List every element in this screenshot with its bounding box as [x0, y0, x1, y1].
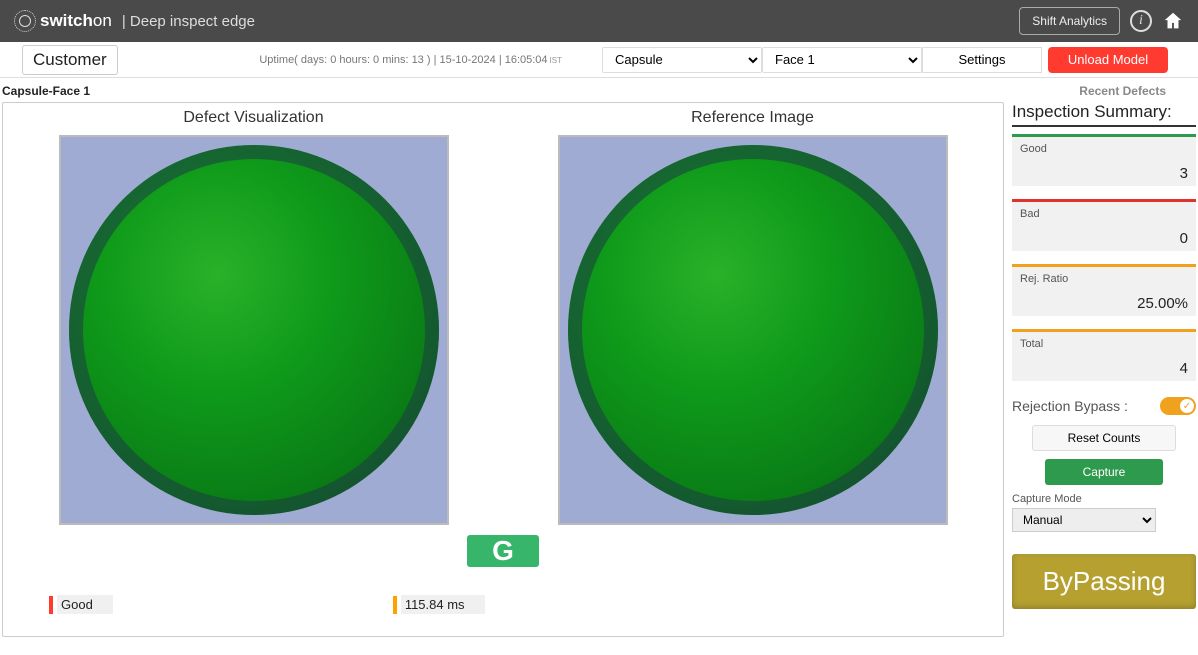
home-icon[interactable]: [1162, 10, 1184, 32]
result-indicator-bar: [49, 596, 53, 614]
customer-chip: Customer: [22, 45, 118, 75]
bypassing-banner: ByPassing: [1012, 554, 1196, 609]
context-left-label: Capsule-Face 1: [2, 84, 90, 98]
face-select[interactable]: Face 1: [762, 47, 922, 73]
defect-image: [59, 135, 449, 525]
metric-total: Total 4: [1012, 332, 1196, 381]
shift-analytics-button[interactable]: Shift Analytics: [1019, 7, 1120, 35]
recent-defects-link[interactable]: Recent Defects: [1079, 84, 1166, 98]
viewer-panel: Defect Visualization Reference Image G G…: [2, 102, 1004, 637]
capture-mode-select[interactable]: Manual: [1012, 508, 1156, 532]
logo-icon: [14, 10, 36, 32]
capture-mode-label: Capture Mode: [1012, 493, 1196, 505]
metric-good: Good 3: [1012, 137, 1196, 186]
subheader: Customer Uptime( days: 0 hours: 0 mins: …: [0, 42, 1198, 78]
defect-visualization-column: Defect Visualization: [49, 109, 458, 525]
main-area: Defect Visualization Reference Image G G…: [0, 102, 1198, 637]
rejection-bypass-toggle[interactable]: [1160, 397, 1196, 415]
settings-button[interactable]: Settings: [922, 47, 1042, 73]
info-icon[interactable]: i: [1130, 10, 1152, 32]
unload-model-button[interactable]: Unload Model: [1048, 47, 1168, 73]
result-status-badge: G: [467, 535, 539, 567]
reference-image-column: Reference Image: [548, 109, 957, 525]
result-label-chip: Good: [49, 595, 113, 614]
rejection-bypass-row: Rejection Bypass :: [1012, 397, 1196, 415]
topbar: switchon | Deep inspect edge Shift Analy…: [0, 0, 1198, 42]
latency-chip: 115.84 ms: [393, 595, 485, 614]
reset-counts-button[interactable]: Reset Counts: [1032, 425, 1176, 451]
rejection-bypass-label: Rejection Bypass :: [1012, 398, 1128, 414]
summary-title: Inspection Summary:: [1012, 102, 1196, 127]
metric-rejection-ratio: Rej. Ratio 25.00%: [1012, 267, 1196, 316]
latency-indicator-bar: [393, 596, 397, 614]
brand-name: switchon: [40, 11, 112, 31]
app-title: | Deep inspect edge: [122, 13, 255, 30]
app-logo: switchon: [14, 10, 112, 32]
reference-image: [558, 135, 948, 525]
result-stats-row: Good 115.84 ms: [49, 595, 957, 614]
summary-sidebar: Inspection Summary: Good 3 Bad 0 Rej. Ra…: [1012, 102, 1196, 609]
capture-button[interactable]: Capture: [1045, 459, 1163, 485]
model-select[interactable]: Capsule: [602, 47, 762, 73]
defect-visualization-title: Defect Visualization: [183, 109, 323, 127]
reference-image-title: Reference Image: [691, 109, 814, 127]
metric-bad: Bad 0: [1012, 202, 1196, 251]
uptime-text: Uptime( days: 0 hours: 0 mins: 13 ) | 15…: [259, 54, 562, 66]
context-row: Capsule-Face 1 Recent Defects: [0, 78, 1198, 102]
